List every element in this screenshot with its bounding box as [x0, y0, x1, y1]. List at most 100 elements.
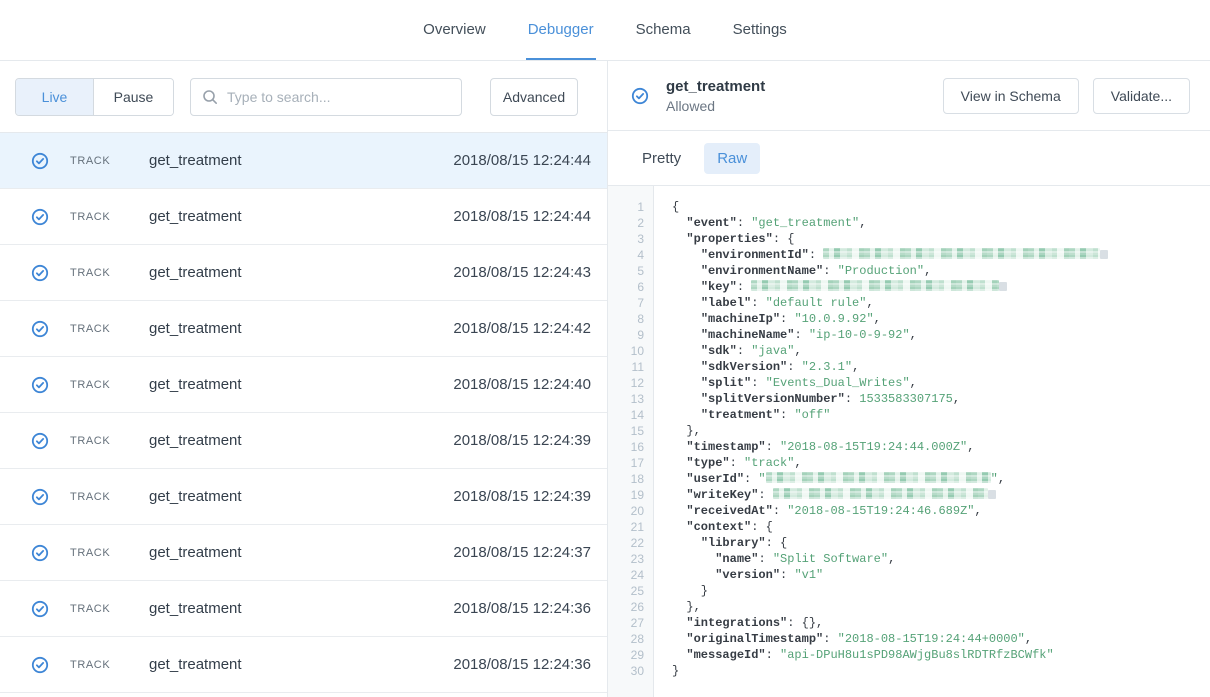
- line-number: 10: [608, 343, 644, 359]
- code-token: "api-DPuH8u1sPD98AWjgBu8slRDTRfzBCWfk": [780, 648, 1054, 662]
- line-number: 27: [608, 615, 644, 631]
- code-token: ,: [924, 264, 931, 278]
- code-token: "split": [701, 376, 751, 390]
- event-name: get_treatment: [149, 208, 242, 225]
- code-token: "properties": [686, 232, 772, 246]
- code-token: "default rule": [766, 296, 867, 310]
- event-name-title: get_treatment: [666, 78, 765, 95]
- code-token: "userId": [686, 472, 744, 486]
- event-name: get_treatment: [149, 152, 242, 169]
- tab-raw[interactable]: Raw: [704, 143, 760, 174]
- code-token: "machineName": [701, 328, 795, 342]
- top-nav: Overview Debugger Schema Settings: [0, 0, 1210, 61]
- event-type-label: TRACK: [70, 379, 129, 391]
- code-token: ,: [910, 328, 917, 342]
- redacted-trailing-block: [988, 490, 996, 499]
- code-token: "Split Software": [773, 552, 888, 566]
- code-token: 1533583307175: [859, 392, 953, 406]
- event-row[interactable]: TRACKget_treatment2018/08/15 12:24:37: [0, 525, 607, 581]
- code-token: }: [672, 584, 708, 598]
- code-token: : {: [766, 536, 788, 550]
- code-token: [672, 312, 701, 326]
- code-token: "2018-08-15T19:24:46.689Z": [787, 504, 974, 518]
- code-line: "userId": "",: [672, 471, 1210, 487]
- detail-header: get_treatment Allowed View in Schema Val…: [608, 61, 1210, 131]
- event-list: TRACKget_treatment2018/08/15 12:24:44TRA…: [0, 133, 607, 697]
- line-number: 5: [608, 263, 644, 279]
- code-line: "environmentName": "Production",: [672, 263, 1210, 279]
- event-timestamp: 2018/08/15 12:24:36: [453, 600, 591, 617]
- code-token: [672, 568, 715, 582]
- code-token: :: [758, 488, 772, 502]
- event-row[interactable]: TRACKget_treatment2018/08/15 12:24:42: [0, 301, 607, 357]
- code-token: :: [737, 344, 751, 358]
- event-row[interactable]: TRACKget_treatment2018/08/15 12:24:44: [0, 133, 607, 189]
- code-token: "v1": [794, 568, 823, 582]
- code-area[interactable]: { "event": "get_treatment", "properties"…: [654, 186, 1210, 697]
- code-token: "off": [794, 408, 830, 422]
- code-token: ": [991, 472, 998, 486]
- code-token: :: [823, 632, 837, 646]
- event-row[interactable]: TRACKget_treatment2018/08/15 12:24:44: [0, 189, 607, 245]
- code-token: :: [780, 568, 794, 582]
- code-token: :: [823, 264, 837, 278]
- line-number: 19: [608, 487, 644, 503]
- code-token: "writeKey": [686, 488, 758, 502]
- code-token: :: [766, 648, 780, 662]
- code-token: [672, 440, 686, 454]
- advanced-button[interactable]: Advanced: [490, 78, 578, 116]
- event-row[interactable]: TRACKget_treatment2018/08/15 12:24:36: [0, 637, 607, 693]
- code-line: "environmentId":: [672, 247, 1210, 263]
- code-line: "sdk": "java",: [672, 343, 1210, 359]
- code-token: "type": [686, 456, 729, 470]
- tab-overview[interactable]: Overview: [421, 0, 488, 60]
- code-line: },: [672, 599, 1210, 615]
- code-token: "key": [701, 280, 737, 294]
- view-in-schema-button[interactable]: View in Schema: [943, 78, 1079, 114]
- event-row[interactable]: TRACKget_treatment2018/08/15 12:24:36: [0, 581, 607, 637]
- tab-settings[interactable]: Settings: [731, 0, 789, 60]
- event-row[interactable]: TRACKget_treatment2018/08/15 12:24:39: [0, 469, 607, 525]
- event-row[interactable]: TRACKget_treatment2018/08/15 12:24:40: [0, 357, 607, 413]
- code-token: :: [766, 440, 780, 454]
- code-token: [672, 536, 701, 550]
- line-number: 24: [608, 567, 644, 583]
- search-box[interactable]: [190, 78, 462, 116]
- code-token: "timestamp": [686, 440, 765, 454]
- line-number: 4: [608, 247, 644, 263]
- event-row[interactable]: TRACKget_treatment2018/08/15 12:24:43: [0, 245, 607, 301]
- code-line: "writeKey":: [672, 487, 1210, 503]
- code-token: [672, 504, 686, 518]
- code-token: {: [672, 200, 679, 214]
- code-token: "2018-08-15T19:24:44.000Z": [780, 440, 967, 454]
- live-button[interactable]: Live: [16, 79, 94, 115]
- tab-pretty[interactable]: Pretty: [629, 143, 694, 174]
- tab-debugger[interactable]: Debugger: [526, 0, 596, 60]
- search-input[interactable]: [227, 89, 450, 105]
- code-token: ,: [794, 344, 801, 358]
- line-number: 17: [608, 455, 644, 471]
- code-token: "context": [686, 520, 751, 534]
- line-number: 9: [608, 327, 644, 343]
- event-timestamp: 2018/08/15 12:24:39: [453, 488, 591, 505]
- code-token: "integrations": [686, 616, 787, 630]
- line-number: 23: [608, 551, 644, 567]
- line-number: 21: [608, 519, 644, 535]
- pause-button[interactable]: Pause: [94, 79, 173, 115]
- validate-button[interactable]: Validate...: [1093, 78, 1190, 114]
- search-icon: [202, 89, 218, 105]
- code-token: "ip-10-0-9-92": [809, 328, 910, 342]
- code-token: :: [809, 248, 823, 262]
- line-number: 26: [608, 599, 644, 615]
- line-number: 16: [608, 439, 644, 455]
- event-name: get_treatment: [149, 320, 242, 337]
- event-type-label: TRACK: [70, 155, 129, 167]
- tab-schema[interactable]: Schema: [634, 0, 693, 60]
- code-token: "originalTimestamp": [686, 632, 823, 646]
- event-row[interactable]: TRACKget_treatment2018/08/15 12:24:39: [0, 413, 607, 469]
- code-token: "sdk": [701, 344, 737, 358]
- code-token: ,: [866, 296, 873, 310]
- redacted-value-block: [751, 280, 999, 291]
- code-token: "environmentId": [701, 248, 809, 262]
- debugger-app: Overview Debugger Schema Settings Live P…: [0, 0, 1210, 697]
